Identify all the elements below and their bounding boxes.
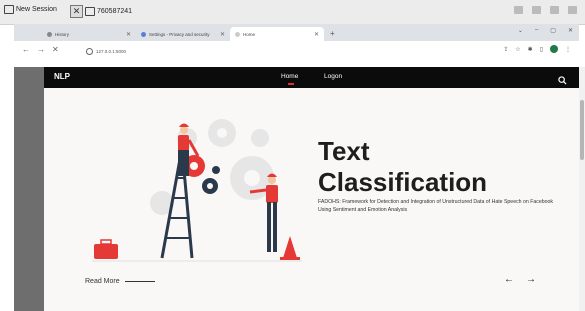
close-tab-icon[interactable]: ✕ [126, 31, 131, 38]
browser-toolbar: ← → ✕ 127.0.0.1:5000 ⇪ ☆ ✱ ▯ ⋮ [14, 41, 579, 67]
tab-strip: History ✕ Settings - Privacy and securit… [42, 27, 341, 41]
share-icon[interactable]: ⇪ [503, 46, 508, 53]
tab-home[interactable]: Home ✕ [230, 27, 324, 41]
carousel-controls: ← → [504, 274, 536, 285]
close-window-icon[interactable]: ✕ [568, 27, 573, 34]
read-more-link[interactable]: Read More [85, 278, 155, 285]
back-icon[interactable]: ← [22, 45, 30, 54]
scrollbar-thumb[interactable] [580, 100, 584, 160]
new-session-label: New Session [16, 6, 57, 13]
monitor-icon [4, 5, 14, 14]
session-id-label: 760587241 [97, 8, 133, 15]
history-icon [47, 31, 52, 37]
page-icon [235, 31, 240, 37]
tab-settings[interactable]: Settings - Privacy and security ✕ [136, 27, 230, 41]
workers-gears-illustration [92, 108, 302, 273]
read-more-line [124, 281, 155, 282]
read-more-label: Read More [85, 278, 120, 285]
extensions-icon[interactable]: ✱ [528, 46, 533, 53]
browser-chrome: History ✕ Settings - Privacy and securit… [14, 24, 579, 67]
tab-search-icon[interactable]: ⌄ [518, 27, 523, 34]
new-tab-button[interactable]: + [324, 27, 341, 41]
menu-icon[interactable] [568, 6, 577, 14]
hero-title: Text Classification [318, 136, 487, 198]
hero-title-line2: Classification [318, 167, 488, 197]
window-controls: ⌄ – ▢ ✕ [518, 27, 573, 34]
close-tab-icon[interactable]: ✕ [314, 31, 319, 38]
close-session-icon[interactable]: ✕ [70, 5, 83, 18]
forward-icon[interactable]: → [37, 45, 45, 54]
left-panel [14, 67, 44, 311]
stop-icon[interactable]: ✕ [52, 45, 59, 54]
monitor-icon [85, 7, 95, 16]
session-window-controls [514, 6, 577, 14]
maximize-icon[interactable]: ▢ [550, 27, 556, 34]
fullscreen-icon[interactable] [514, 6, 523, 14]
site-navbar: NLP Home Logon [44, 67, 579, 88]
nav-home-link[interactable]: Home [281, 73, 298, 80]
url-text: 127.0.0.1:5000 [96, 48, 127, 54]
address-bar[interactable]: 127.0.0.1:5000 [86, 45, 526, 57]
profile-avatar[interactable] [550, 45, 558, 53]
keyboard-icon[interactable] [532, 6, 541, 14]
brand-logo[interactable]: NLP [54, 72, 70, 81]
tab-title: History [55, 31, 70, 37]
tab-history[interactable]: History ✕ [42, 27, 136, 41]
hero-subtitle: FADOHS: Framework for Detection and Inte… [318, 199, 553, 213]
tab-title: Settings - Privacy and security [149, 31, 210, 37]
toolbar-icons: ⇪ ☆ ✱ ▯ ⋮ [503, 45, 571, 53]
bookmark-icon[interactable]: ☆ [515, 46, 520, 53]
kebab-menu-icon[interactable]: ⋮ [565, 46, 571, 53]
minimize-icon[interactable]: – [535, 27, 538, 34]
info-icon[interactable] [86, 47, 93, 55]
settings-icon [141, 31, 146, 37]
remote-session-bar: New Session ✕ 760587241 [0, 0, 585, 25]
hero-section: Text Classification FADOHS: Framework fo… [44, 88, 579, 311]
close-tab-icon[interactable]: ✕ [220, 31, 225, 38]
active-nav-indicator [288, 83, 294, 85]
next-arrow-icon[interactable]: → [526, 274, 536, 285]
minimize-icon[interactable] [550, 6, 559, 14]
session-id-tab[interactable]: ✕ 760587241 [70, 5, 132, 18]
tab-title: Home [243, 31, 256, 37]
hero-title-line1: Text [318, 136, 370, 166]
new-session-tab[interactable]: New Session [4, 5, 57, 14]
nav-logon-link[interactable]: Logon [324, 73, 342, 80]
prev-arrow-icon[interactable]: ← [504, 274, 514, 285]
sidepanel-icon[interactable]: ▯ [540, 46, 543, 53]
